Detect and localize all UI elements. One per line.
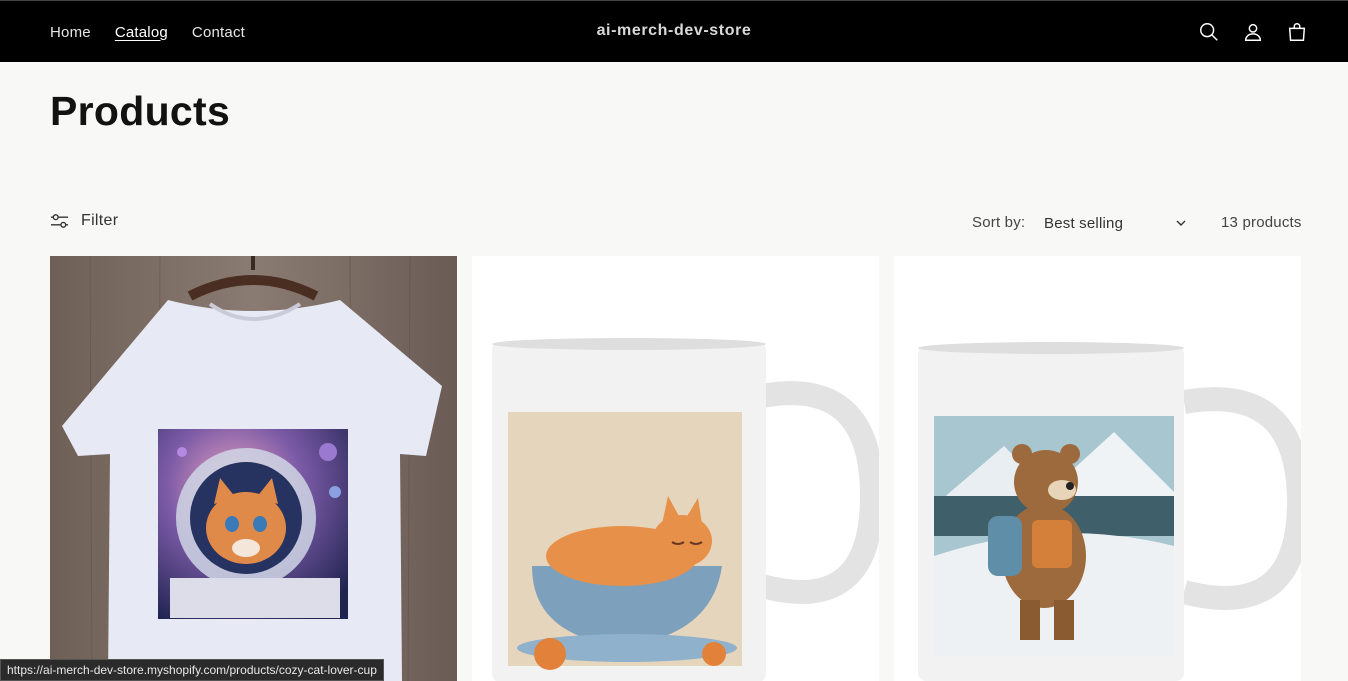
cart-icon[interactable] — [1282, 17, 1312, 47]
account-icon[interactable] — [1238, 17, 1268, 47]
nav-link-home[interactable]: Home — [50, 24, 91, 41]
browser-status-url: https://ai-merch-dev-store.myshopify.com… — [0, 659, 384, 681]
product-image-astronaut-cat-tshirt — [50, 256, 457, 681]
header-icons — [1194, 17, 1312, 47]
product-image-cat-teacup-mug — [472, 256, 879, 681]
filter-sliders-icon — [50, 214, 69, 228]
sort-value: Best selling — [1044, 214, 1124, 232]
sort-label: Sort by: — [972, 214, 1026, 231]
page-title: Products — [50, 88, 231, 134]
nav-link-catalog[interactable]: Catalog — [115, 24, 168, 41]
main-nav: Home Catalog Contact — [50, 1, 245, 63]
filter-button[interactable]: Filter — [50, 212, 118, 230]
search-icon[interactable] — [1194, 17, 1224, 47]
product-image-hiking-bear-mug — [894, 256, 1301, 681]
product-card-cat-mug[interactable] — [472, 256, 879, 681]
site-header: Home Catalog Contact ai-merch-dev-store — [0, 0, 1348, 62]
sort-select[interactable]: Best selling — [1044, 213, 1188, 233]
nav-link-contact[interactable]: Contact — [192, 24, 245, 41]
product-card-tshirt[interactable] — [50, 256, 457, 681]
product-card-bear-mug[interactable] — [894, 256, 1301, 681]
product-count: 13 products — [1221, 214, 1302, 231]
filter-label: Filter — [81, 212, 119, 229]
chevron-down-icon — [1176, 220, 1186, 226]
